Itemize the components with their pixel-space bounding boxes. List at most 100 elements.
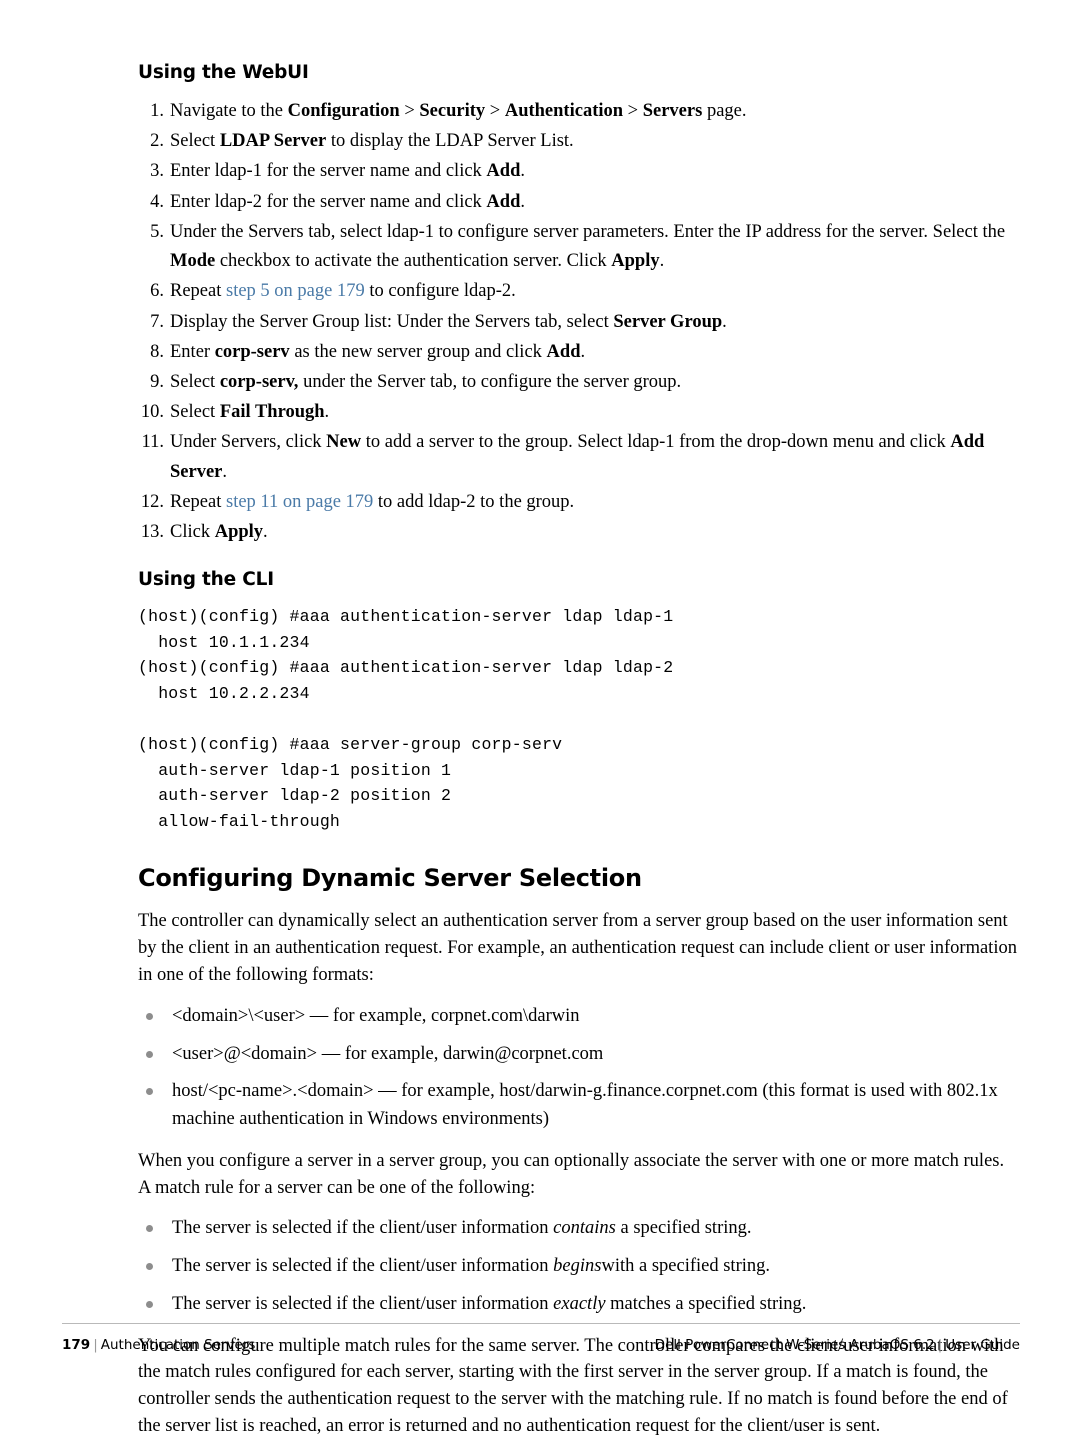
- footer-divider: [62, 1323, 1020, 1324]
- text-run: matches a specified string.: [605, 1293, 807, 1314]
- text-run: .: [263, 522, 268, 543]
- list-item: 2. Select LDAP Server to display the LDAP…: [138, 127, 1020, 156]
- text-run: Select: [170, 131, 220, 152]
- list-item: 13. Click Apply.: [138, 518, 1020, 547]
- emphasis-bold: Security: [419, 101, 486, 121]
- text-run: .: [722, 311, 727, 332]
- emphasis-bold: Add: [486, 161, 521, 182]
- emphasis-bold: corp-serv: [214, 341, 290, 362]
- text-run: The server is selected if the client/use…: [172, 1293, 554, 1314]
- cross-reference-link[interactable]: step 5 on page 179: [226, 281, 365, 301]
- text-run: Repeat: [170, 281, 226, 302]
- document-page: Using the WebUI 1. Navigate to the Config…: [0, 0, 1080, 1436]
- emphasis-bold: LDAP Server: [219, 131, 327, 152]
- match-rule-bullet-list: The server is selected if the client/use…: [138, 1215, 1020, 1318]
- text-run: Navigate to the: [170, 101, 288, 121]
- webui-steps-list: 1. Navigate to the Configuration > Securi…: [138, 97, 1020, 547]
- list-item-text: Under Servers, click New to add a server…: [170, 432, 984, 481]
- list-item: <user>@<domain> — for example, darwin@co…: [138, 1041, 1020, 1069]
- footer-page-number: 179: [62, 1337, 91, 1353]
- emphasis-bold: Servers: [642, 101, 703, 121]
- text-run: Under Servers, click: [170, 432, 327, 453]
- list-item-text: Repeat step 5 on page 179 to configure l…: [170, 281, 516, 301]
- text-run: .: [520, 161, 525, 182]
- list-item-number: 6.: [150, 281, 164, 302]
- emphasis-bold: Apply: [611, 251, 660, 272]
- text-run: a specified string.: [615, 1218, 752, 1239]
- list-item: 3. Enter ldap-1 for the server name and c…: [138, 157, 1020, 186]
- list-item: 8. Enter corp-serv as the new server grou…: [138, 338, 1020, 367]
- text-run: Enter: [170, 341, 215, 362]
- footer-separator-right: |: [937, 1337, 943, 1353]
- list-item: host/<pc-name>.<domain> — for example, h…: [138, 1078, 1020, 1134]
- list-item: <domain>\<user> — for example, corpnet.c…: [138, 1003, 1020, 1031]
- list-item-number: 1.: [150, 101, 164, 121]
- list-item-number: 2.: [150, 131, 164, 152]
- emphasis-bold: Add: [486, 191, 521, 212]
- list-item-number: 9.: [150, 371, 164, 392]
- list-item-number: 5.: [150, 221, 164, 242]
- list-item-text: Enter corp-serv as the new server group …: [170, 342, 585, 362]
- list-item: 12. Repeat step 11 on page 179 to add lda…: [138, 488, 1020, 517]
- list-item: The server is selected if the client/use…: [138, 1253, 1020, 1281]
- list-item: 6. Repeat step 5 on page 179 to configure…: [138, 277, 1020, 306]
- list-item-text: Repeat step 11 on page 179 to add ldap-2…: [170, 492, 574, 512]
- text-run: Select: [170, 402, 220, 423]
- heading-using-the-cli: Using the CLI: [138, 569, 274, 591]
- text-run: Enter ldap-2 for the server name and cli…: [170, 191, 487, 212]
- list-item-number: 3.: [150, 161, 164, 182]
- list-item-number: 11.: [141, 432, 164, 453]
- emphasis-bold: Mode: [170, 251, 216, 272]
- list-item-text: Enter ldap-1 for the server name and cli…: [170, 161, 525, 181]
- page-content: Using the WebUI 1. Navigate to the Config…: [138, 62, 1020, 1440]
- list-item: The server is selected if the client/use…: [138, 1291, 1020, 1319]
- text-run: The server is selected if the client/use…: [172, 1218, 554, 1239]
- list-item: 10. Select Fail Through.: [138, 398, 1020, 427]
- list-item-text: Display the Server Group list: Under the…: [170, 312, 727, 332]
- list-item-text: Select corp-serv, under the Server tab, …: [170, 372, 681, 392]
- emphasis-italic: begins: [553, 1256, 602, 1277]
- text-run: checkbox to activate the authentication …: [215, 251, 612, 272]
- list-item: 1. Navigate to the Configuration > Securi…: [138, 97, 1020, 126]
- text-run: to add ldap-2 to the group.: [373, 491, 575, 512]
- paragraph-match-intro: When you configure a server in a server …: [138, 1150, 1005, 1198]
- heading-using-the-webui: Using the WebUI: [138, 62, 309, 83]
- text-run: >: [485, 101, 505, 121]
- text-run: <domain>\<user> — for example, corpnet.c…: [172, 1005, 580, 1026]
- list-item-text: Select Fail Through.: [170, 402, 329, 422]
- text-run: .: [580, 341, 586, 362]
- list-item-text: Enter ldap-2 for the server name and cli…: [170, 192, 525, 212]
- text-run: to add a server to the group. Select lda…: [361, 432, 951, 453]
- list-item-text: Select LDAP Server to display the LDAP S…: [170, 131, 574, 151]
- list-item: 5. Under the Servers tab, select ldap-1 t…: [138, 218, 1020, 276]
- text-run: The server is selected if the client/use…: [172, 1256, 554, 1277]
- text-run: Repeat: [170, 491, 226, 512]
- text-run: .: [222, 461, 228, 482]
- text-run: .: [324, 402, 330, 423]
- emphasis-bold: New: [326, 432, 362, 453]
- format-bullet-list: <domain>\<user> — for example, corpnet.c…: [138, 1003, 1020, 1134]
- list-item-number: 4.: [150, 191, 164, 212]
- list-item: 11. Under Servers, click New to add a ser…: [138, 428, 1020, 486]
- text-run: >: [623, 101, 643, 121]
- text-run: .: [659, 251, 665, 272]
- text-run: Enter ldap-1 for the server name and cli…: [170, 161, 487, 182]
- emphasis-bold: Server Group: [613, 311, 723, 332]
- paragraph-intro: The controller can dynamically select an…: [138, 911, 1017, 985]
- footer-separator-left: |: [93, 1337, 98, 1353]
- emphasis-bold: Add: [546, 341, 581, 362]
- footer-chapter-title: Authentication Servers: [100, 1337, 256, 1353]
- text-run: with a specified string.: [601, 1256, 770, 1277]
- list-item: The server is selected if the client/use…: [138, 1215, 1020, 1243]
- cross-reference-link[interactable]: step 11 on page 179: [226, 492, 373, 512]
- text-run: under the Server tab, to configure the s…: [298, 371, 682, 392]
- emphasis-bold: Configuration: [287, 101, 400, 121]
- footer-product-line: Dell PowerConnect W-Series ArubaOS 6.2: [654, 1337, 935, 1353]
- list-item-number: 8.: [150, 341, 164, 362]
- list-item-number: 10.: [140, 402, 164, 423]
- list-item-number: 12.: [140, 491, 164, 512]
- text-run: <user>@<domain> — for example, darwin@co…: [172, 1043, 604, 1064]
- footer-left: 179 | Authentication Servers: [62, 1337, 255, 1353]
- text-run: Under the Servers tab, select ldap-1 to …: [170, 221, 1006, 242]
- text-run: Display the Server Group list: Under the…: [170, 311, 614, 332]
